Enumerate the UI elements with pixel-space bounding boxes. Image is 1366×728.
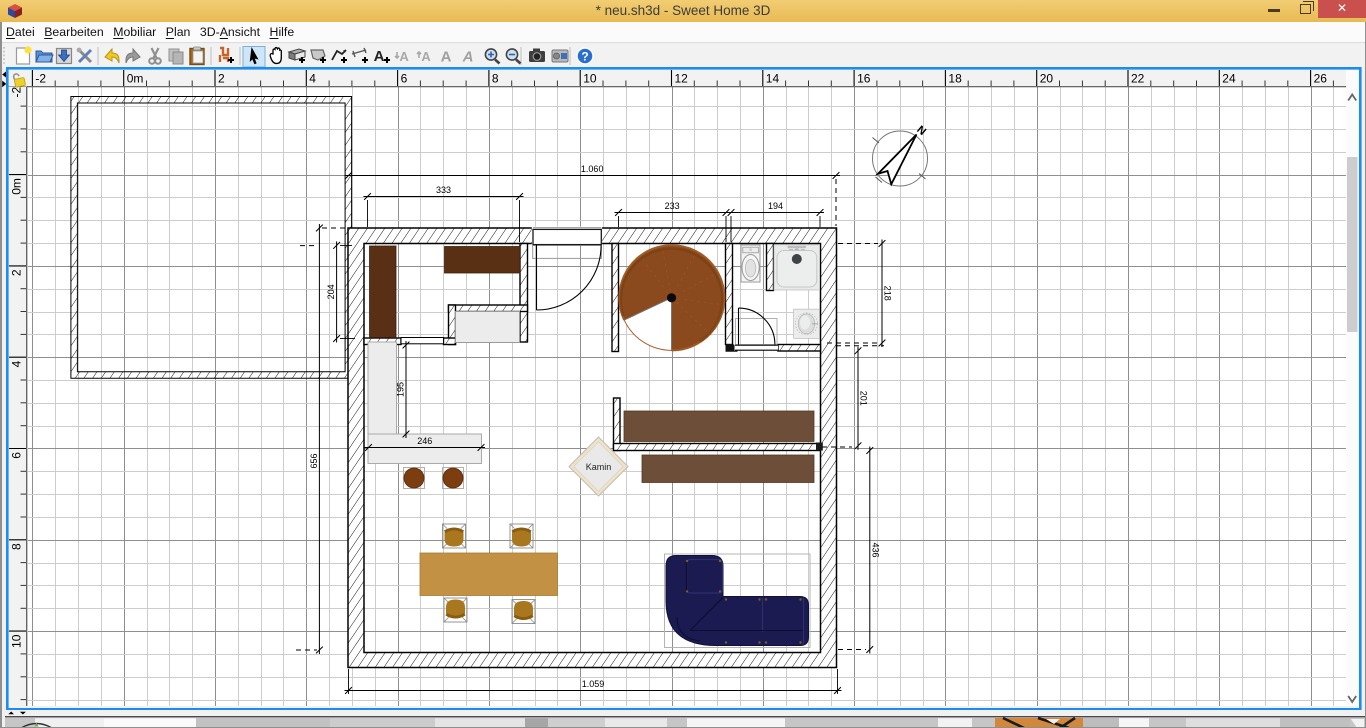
svg-text:204: 204 [326, 284, 336, 299]
svg-text:233: 233 [665, 201, 680, 211]
svg-text:246: 246 [417, 436, 432, 446]
svg-text:-2: -2 [10, 86, 24, 97]
svg-text:201: 201 [859, 391, 869, 406]
svg-text:2: 2 [218, 72, 225, 86]
svg-text:?: ? [581, 50, 588, 64]
svg-text:Kamin: Kamin [586, 462, 612, 472]
svg-text:194: 194 [768, 201, 783, 211]
svg-text:4: 4 [309, 72, 316, 86]
svg-text:4: 4 [10, 360, 24, 367]
svg-text:6: 6 [10, 452, 24, 459]
svg-text:2: 2 [10, 269, 24, 276]
svg-text:24: 24 [1222, 72, 1236, 86]
svg-text:16: 16 [857, 72, 871, 86]
svg-text:14: 14 [766, 72, 780, 86]
svg-text:-2: -2 [35, 72, 46, 86]
svg-text:1.060: 1.060 [581, 164, 604, 174]
svg-text:8: 8 [10, 543, 24, 550]
svg-text:0m: 0m [10, 178, 24, 195]
svg-text:18: 18 [948, 72, 962, 86]
svg-text:436: 436 [870, 542, 880, 557]
svg-text:333: 333 [436, 185, 451, 195]
svg-text:22: 22 [1131, 72, 1145, 86]
svg-text:A: A [374, 48, 385, 65]
svg-text:8: 8 [492, 72, 499, 86]
svg-text:195: 195 [396, 382, 406, 397]
svg-text:26: 26 [1314, 72, 1328, 86]
svg-text:A: A [441, 49, 452, 66]
svg-text:218: 218 [883, 286, 893, 301]
svg-text:1.059: 1.059 [582, 679, 605, 689]
svg-text:0m: 0m [127, 72, 144, 86]
svg-text:A: A [462, 49, 474, 66]
svg-text:A: A [399, 49, 409, 64]
svg-text:656: 656 [309, 453, 319, 468]
svg-text:A: A [421, 49, 431, 64]
svg-text:12: 12 [675, 72, 689, 86]
svg-text:10: 10 [10, 634, 24, 648]
svg-text:20: 20 [1040, 72, 1054, 86]
svg-text:10: 10 [583, 72, 597, 86]
svg-text:6: 6 [401, 72, 408, 86]
